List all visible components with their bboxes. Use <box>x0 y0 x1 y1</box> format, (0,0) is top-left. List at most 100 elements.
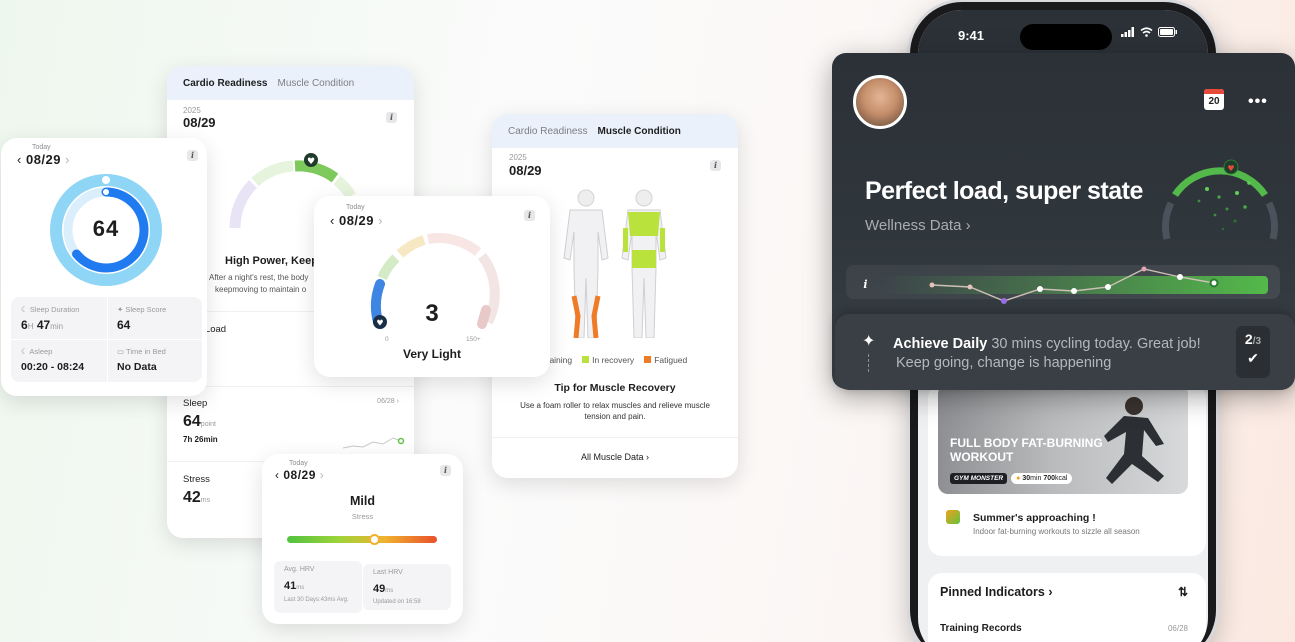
chevron-right-icon: › <box>965 217 971 234</box>
metric-hours: 6 <box>21 318 28 332</box>
info-icon[interactable]: i <box>440 465 451 476</box>
stress-row-label: Stress <box>183 474 210 485</box>
flame-icon: ● <box>1016 475 1021 482</box>
last-hrv-note: Updated on 16:58 <box>373 599 421 605</box>
all-muscle-data-link[interactable]: All Muscle Data › <box>492 452 738 462</box>
avg-hrv-note: Last 30 Days:43ms Avg. <box>284 597 349 603</box>
chevron-left-icon[interactable]: ‹ <box>275 468 280 482</box>
stress-status: Mild <box>350 494 375 508</box>
chevron-left-icon[interactable]: ‹ <box>330 213 335 228</box>
progress-num: 2 <box>1244 331 1253 347</box>
sleep-metrics-grid: ☾ Sleep Duration 6H 47min ✦ Sleep Score … <box>11 297 202 382</box>
info-icon[interactable]: i <box>386 112 397 123</box>
chevron-right-icon[interactable]: › <box>320 468 325 482</box>
divider <box>492 437 738 438</box>
date-label: 08/29 <box>509 163 542 178</box>
battery-icon <box>1158 27 1177 37</box>
promo-subtitle: Indoor fat-burning workouts to sizzle al… <box>973 527 1140 536</box>
date-value: 08/29 <box>25 152 62 167</box>
date-selector[interactable]: ‹ 08/29 › <box>17 152 70 167</box>
tab-muscle-condition[interactable]: Muscle Condition <box>277 78 354 89</box>
chevron-left-icon[interactable]: ‹ <box>17 152 22 167</box>
calendar-day: 20 <box>1208 96 1220 107</box>
avg-hrv-value: 41 <box>284 580 297 592</box>
date-selector[interactable]: ‹ 08/29 › <box>275 468 324 482</box>
legend-swatch <box>644 356 652 363</box>
metric-hours-unit: H <box>27 322 34 331</box>
training-load-gauge: ♥ <box>371 233 500 329</box>
achieve-subtitle: Keep going, change is happening <box>896 355 1112 371</box>
more-icon[interactable]: ••• <box>1248 93 1268 111</box>
stress-scale-bar <box>287 536 437 543</box>
avatar[interactable] <box>853 75 907 129</box>
today-label: Today <box>32 144 51 151</box>
workout-kcal: 700 <box>1043 475 1056 482</box>
achieve-daily-banner[interactable]: ✦ Achieve Daily 30 mins cycling today. G… <box>835 314 1295 390</box>
sleep-row-value: 64 <box>183 413 201 430</box>
metric-label: Sleep Duration <box>29 305 80 314</box>
metric-asleep: ☾ Asleep 00:20 - 08:24 <box>21 347 84 373</box>
divider <box>11 339 202 340</box>
tip-line-1: Use a foam roller to relax muscles and r… <box>520 401 710 410</box>
chevron-right-icon[interactable]: › <box>378 213 383 228</box>
info-icon[interactable]: i <box>860 279 871 290</box>
stress-row[interactable]: Stress 42ms <box>183 474 210 507</box>
calendar-icon[interactable]: 20 <box>1204 89 1224 110</box>
sleep-row-unit: point <box>200 421 216 428</box>
tab-cardio-readiness[interactable]: Cardio Readiness <box>183 78 267 89</box>
metric-label: Sleep Score <box>125 305 167 314</box>
date-selector[interactable]: ‹ 08/29 › <box>330 213 383 228</box>
legend-label: In recovery <box>592 355 635 365</box>
body-front-figure <box>563 189 609 338</box>
year-label: 2025 <box>509 153 527 162</box>
sleep-row[interactable]: Sleep 06/28 › 64point 7h 26min <box>183 398 405 456</box>
date-value: 08/29 <box>283 468 316 482</box>
trend-line <box>929 266 1219 304</box>
metric-time-in-bed: ▭ Time in Bed No Data <box>117 347 166 373</box>
wifi-icon <box>1140 27 1153 37</box>
info-icon[interactable]: i <box>187 150 198 161</box>
tab-muscle-condition[interactable]: Muscle Condition <box>598 126 681 137</box>
chevron-right-icon: › <box>396 398 399 405</box>
date-value: 08/29 <box>338 213 375 228</box>
dynamic-island <box>1020 24 1112 50</box>
svg-text:♥: ♥ <box>1227 164 1234 173</box>
date-label: 08/29 <box>183 115 216 130</box>
info-icon[interactable]: i <box>524 210 535 221</box>
sparkle-icon: ✦ <box>862 333 876 350</box>
sparkle-icon: ✦ <box>117 305 124 314</box>
metric-sleep-score: ✦ Sleep Score 64 <box>117 305 166 332</box>
today-label: Today <box>346 204 365 211</box>
chevron-right-icon[interactable]: › <box>65 152 70 167</box>
workout-banner[interactable]: FULL BODY FAT-BURNING WORKOUT GYM MONSTE… <box>938 384 1188 494</box>
stress-sub: Stress <box>351 512 374 521</box>
tip-line-2: tension and pain. <box>584 412 646 421</box>
sort-icon[interactable]: ⇅ <box>1178 585 1188 599</box>
promo-title[interactable]: Summer's approaching ! <box>973 512 1096 524</box>
workout-title-2: WORKOUT <box>950 450 1014 464</box>
metric-value: 64 <box>117 318 131 332</box>
tab-cardio-readiness[interactable]: Cardio Readiness <box>508 126 588 137</box>
muscle-legend: l training In recovery Fatigued <box>540 355 687 365</box>
metric-value: No Data <box>117 361 157 373</box>
metric-sleep-duration: ☾ Sleep Duration 6H 47min <box>21 305 79 332</box>
avg-hrv-label: Avg. HRV <box>284 566 315 573</box>
training-records-label[interactable]: Training Records <box>940 623 1022 634</box>
training-records-date: 06/28 <box>1167 624 1188 633</box>
info-icon[interactable]: i <box>710 160 721 171</box>
legend-swatch <box>582 356 590 363</box>
metric-label: Time in Bed <box>126 347 166 356</box>
brand-badge: GYM MONSTER <box>950 473 1008 484</box>
stress-row-value: 42 <box>183 489 201 506</box>
metric-label: Asleep <box>29 347 53 356</box>
legend-recovery: In recovery <box>582 355 634 365</box>
workout-section: FULL BODY FAT-BURNING WORKOUT GYM MONSTE… <box>928 384 1206 556</box>
pinned-label: Pinned Indicators <box>940 585 1045 599</box>
metric-minutes-unit: min <box>50 322 64 331</box>
pinned-indicators-link[interactable]: Pinned Indicators › <box>940 585 1053 599</box>
wellness-data-link[interactable]: Wellness Data › <box>865 217 971 234</box>
legend-fatigued: Fatigued <box>644 355 687 365</box>
workout-title-1: FULL BODY FAT-BURNING <box>950 436 1103 450</box>
stress-marker <box>369 534 380 545</box>
gauge-min: 0 <box>385 336 389 343</box>
